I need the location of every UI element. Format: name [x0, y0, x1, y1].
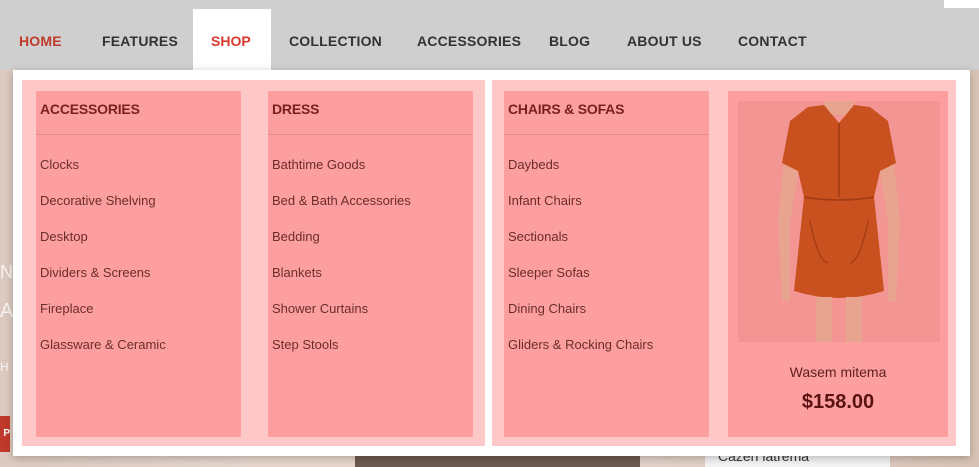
nav-shop-label: SHOP: [211, 33, 251, 49]
mega-menu-panel: ACCESSORIES Clocks Decorative Shelving D…: [22, 80, 956, 446]
menu-column-dress: DRESS Bathtime Goods Bed & Bath Accessor…: [268, 91, 473, 437]
column-title[interactable]: ACCESSORIES: [40, 101, 140, 117]
product-price: $158.00: [801, 391, 875, 413]
dress-image: [738, 101, 940, 342]
nav-about-us[interactable]: ABOUT US: [627, 33, 702, 49]
hero-subtext-fragment: H: [0, 360, 9, 374]
menu-link[interactable]: Desktop: [40, 229, 88, 244]
menu-link[interactable]: Sectionals: [508, 229, 568, 244]
menu-column-accessories: ACCESSORIES Clocks Decorative Shelving D…: [36, 91, 241, 437]
nav-contact[interactable]: CONTACT: [738, 33, 807, 49]
column-divider: [504, 134, 709, 135]
menu-link[interactable]: Clocks: [40, 157, 79, 172]
menu-link[interactable]: Bathtime Goods: [272, 157, 365, 172]
shop-mega-menu: ACCESSORIES Clocks Decorative Shelving D…: [13, 70, 970, 456]
menu-link[interactable]: Dining Chairs: [508, 301, 586, 316]
column-divider: [268, 134, 473, 135]
hero-button[interactable]: P: [0, 416, 10, 452]
column-divider: [36, 134, 241, 135]
nav-home[interactable]: HOME: [19, 33, 62, 49]
menu-link[interactable]: Bedding: [272, 229, 320, 244]
nav-blog[interactable]: BLOG: [549, 33, 590, 49]
menu-link[interactable]: Bed & Bath Accessories: [272, 193, 411, 208]
nav-collection[interactable]: COLLECTION: [289, 33, 382, 49]
menu-link[interactable]: Sleeper Sofas: [508, 265, 590, 280]
main-navbar: HOME FEATURES SHOP COLLECTION ACCESSORIE…: [0, 0, 979, 71]
menu-link[interactable]: Dividers & Screens: [40, 265, 151, 280]
column-title[interactable]: DRESS: [272, 101, 319, 117]
menu-column-chairs-sofas: CHAIRS & SOFAS Daybeds Infant Chairs Sec…: [504, 91, 709, 437]
menu-link[interactable]: Gliders & Rocking Chairs: [508, 337, 653, 352]
menu-link[interactable]: Step Stools: [272, 337, 339, 352]
product-name[interactable]: Wasem mitema: [728, 364, 948, 380]
menu-divider: [485, 80, 492, 446]
menu-link[interactable]: Daybeds: [508, 157, 559, 172]
column-title[interactable]: CHAIRS & SOFAS: [508, 101, 624, 117]
menu-link[interactable]: Glassware & Ceramic: [40, 337, 166, 352]
hero-heading-fragment: A: [0, 300, 14, 322]
menu-link[interactable]: Infant Chairs: [508, 193, 582, 208]
menu-link[interactable]: Blankets: [272, 265, 322, 280]
nav-features[interactable]: FEATURES: [102, 33, 178, 49]
corner-mark: [944, 0, 979, 8]
nav-shop[interactable]: SHOP: [193, 9, 271, 71]
featured-product-card[interactable]: Wasem mitema $158.00: [728, 91, 948, 437]
menu-link[interactable]: Decorative Shelving: [40, 193, 156, 208]
nav-accessories[interactable]: ACCESSORIES: [417, 33, 521, 49]
product-image[interactable]: [738, 101, 940, 342]
hero-text-fragment: N: [0, 262, 13, 282]
menu-link[interactable]: Fireplace: [40, 301, 93, 316]
menu-link[interactable]: Shower Curtains: [272, 301, 368, 316]
